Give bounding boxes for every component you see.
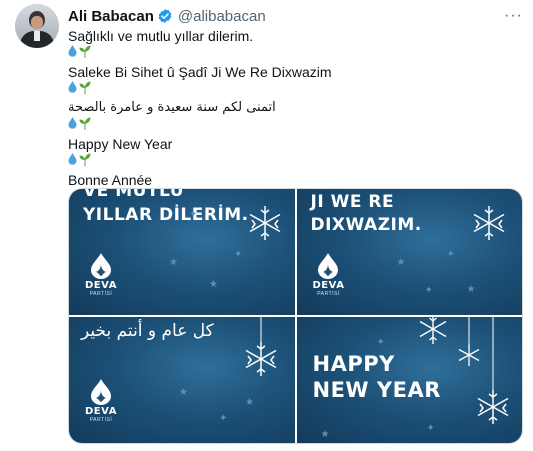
droplet-emoji-icon	[68, 45, 77, 57]
emoji-row	[68, 44, 523, 58]
emoji-row	[68, 80, 523, 94]
hanging-snowflake-icon	[477, 317, 508, 424]
author-name[interactable]: Ali Babacan	[68, 8, 154, 25]
avatar-face	[31, 16, 43, 29]
tweet-line-turkish: Sağlıklı ve mutlu yıllar dilerim.	[68, 28, 254, 44]
tweet-line-english: Happy New Year	[68, 136, 173, 152]
seedling-emoji-icon	[79, 45, 91, 58]
tweet-image-4[interactable]: HAPPY NEW YEAR ★ ✦ ✦	[296, 317, 522, 443]
emoji-row	[68, 152, 523, 166]
hanging-snowflake-icon	[245, 317, 277, 376]
deva-drop-icon	[318, 253, 339, 279]
star-icon: ★	[245, 397, 254, 408]
deva-logo-sub: PARTİSİ	[317, 291, 340, 297]
deva-logo: DEVA PARTİSİ	[313, 253, 345, 297]
tweet-line-french: Bonne Année	[68, 172, 153, 188]
star-icon: ★	[169, 257, 178, 268]
deva-logo: DEVA PARTİSİ	[85, 379, 117, 423]
tweet-image-1[interactable]: VE MUTLU YILLAR DİLERİM. ✦ ★ ★ ✦ DEVA PA…	[69, 189, 295, 315]
hanging-snowflake-icon	[419, 317, 446, 344]
image-4-text-top: HAPPY	[312, 352, 395, 376]
image-2-text-top: JI WE RE	[310, 192, 395, 212]
image-3-text: كل عام و أنتم بخير	[81, 321, 214, 341]
snowflake-icon	[473, 206, 504, 240]
star-icon: ★	[209, 279, 218, 290]
tweet-image-2[interactable]: JI WE RE DIXWAZIM. ★ ✦ ★ ✦ DEVA PARTİSİ	[296, 189, 522, 315]
star-icon: ✦	[376, 337, 385, 348]
seedling-emoji-icon	[79, 81, 91, 94]
snowflake-icon	[249, 206, 281, 240]
droplet-emoji-icon	[68, 153, 77, 165]
deva-logo-word: DEVA	[85, 280, 117, 291]
more-options-icon[interactable]: ···	[504, 8, 523, 24]
star-icon: ✦	[426, 423, 435, 434]
star-icon: ✦	[424, 285, 433, 296]
tweet-image-grid: VE MUTLU YILLAR DİLERİM. ✦ ★ ★ ✦ DEVA PA…	[68, 188, 523, 444]
star-icon: ✦	[446, 249, 455, 260]
deva-drop-icon	[90, 379, 111, 405]
image-4-text-bottom: NEW YEAR	[312, 378, 441, 402]
star-icon: ✦	[219, 413, 228, 424]
tweet-header: Ali Babacan @alibabacan	[68, 6, 266, 26]
star-icon: ✦	[234, 249, 243, 260]
tweet-line-arabic: اتمنى لكم سنة سعيدة و عامرة بالصحة	[68, 100, 276, 115]
droplet-emoji-icon	[68, 117, 77, 129]
deva-logo-sub: PARTİSİ	[89, 417, 113, 423]
star-icon: ★	[320, 429, 330, 440]
deva-logo-word: DEVA	[85, 406, 117, 417]
deva-logo-word: DEVA	[312, 280, 345, 291]
seedling-emoji-icon	[79, 117, 91, 130]
emoji-row	[68, 116, 523, 130]
image-1-text-bottom: YILLAR DİLERİM.	[83, 205, 249, 225]
image-2-text-bottom: DIXWAZIM.	[310, 215, 422, 235]
deva-drop-icon	[90, 253, 111, 279]
tweet-line-kurdish: Saleke Bi Sihet û Şadî Ji We Re Dixwazim	[68, 64, 332, 80]
star-icon: ✦	[189, 209, 198, 220]
droplet-emoji-icon	[68, 81, 77, 93]
deva-logo-sub: PARTİSİ	[89, 291, 113, 297]
author-avatar[interactable]	[15, 4, 59, 48]
seedling-emoji-icon	[79, 153, 91, 166]
verified-badge-icon	[157, 8, 173, 24]
star-icon: ★	[396, 257, 406, 268]
tweet-image-3[interactable]: كل عام و أنتم بخير ★ ✦ ★ DEVA PARTİSİ	[69, 317, 295, 443]
star-icon: ★	[466, 284, 476, 295]
author-handle[interactable]: @alibabacan	[178, 8, 266, 25]
tweet-text: Sağlıklı ve mutlu yıllar dilerim. Saleke…	[68, 28, 523, 188]
image-1-text-top: VE MUTLU	[83, 189, 185, 201]
deva-logo: DEVA PARTİSİ	[85, 253, 117, 297]
avatar-shirt	[34, 31, 40, 41]
star-icon: ★	[179, 387, 188, 398]
